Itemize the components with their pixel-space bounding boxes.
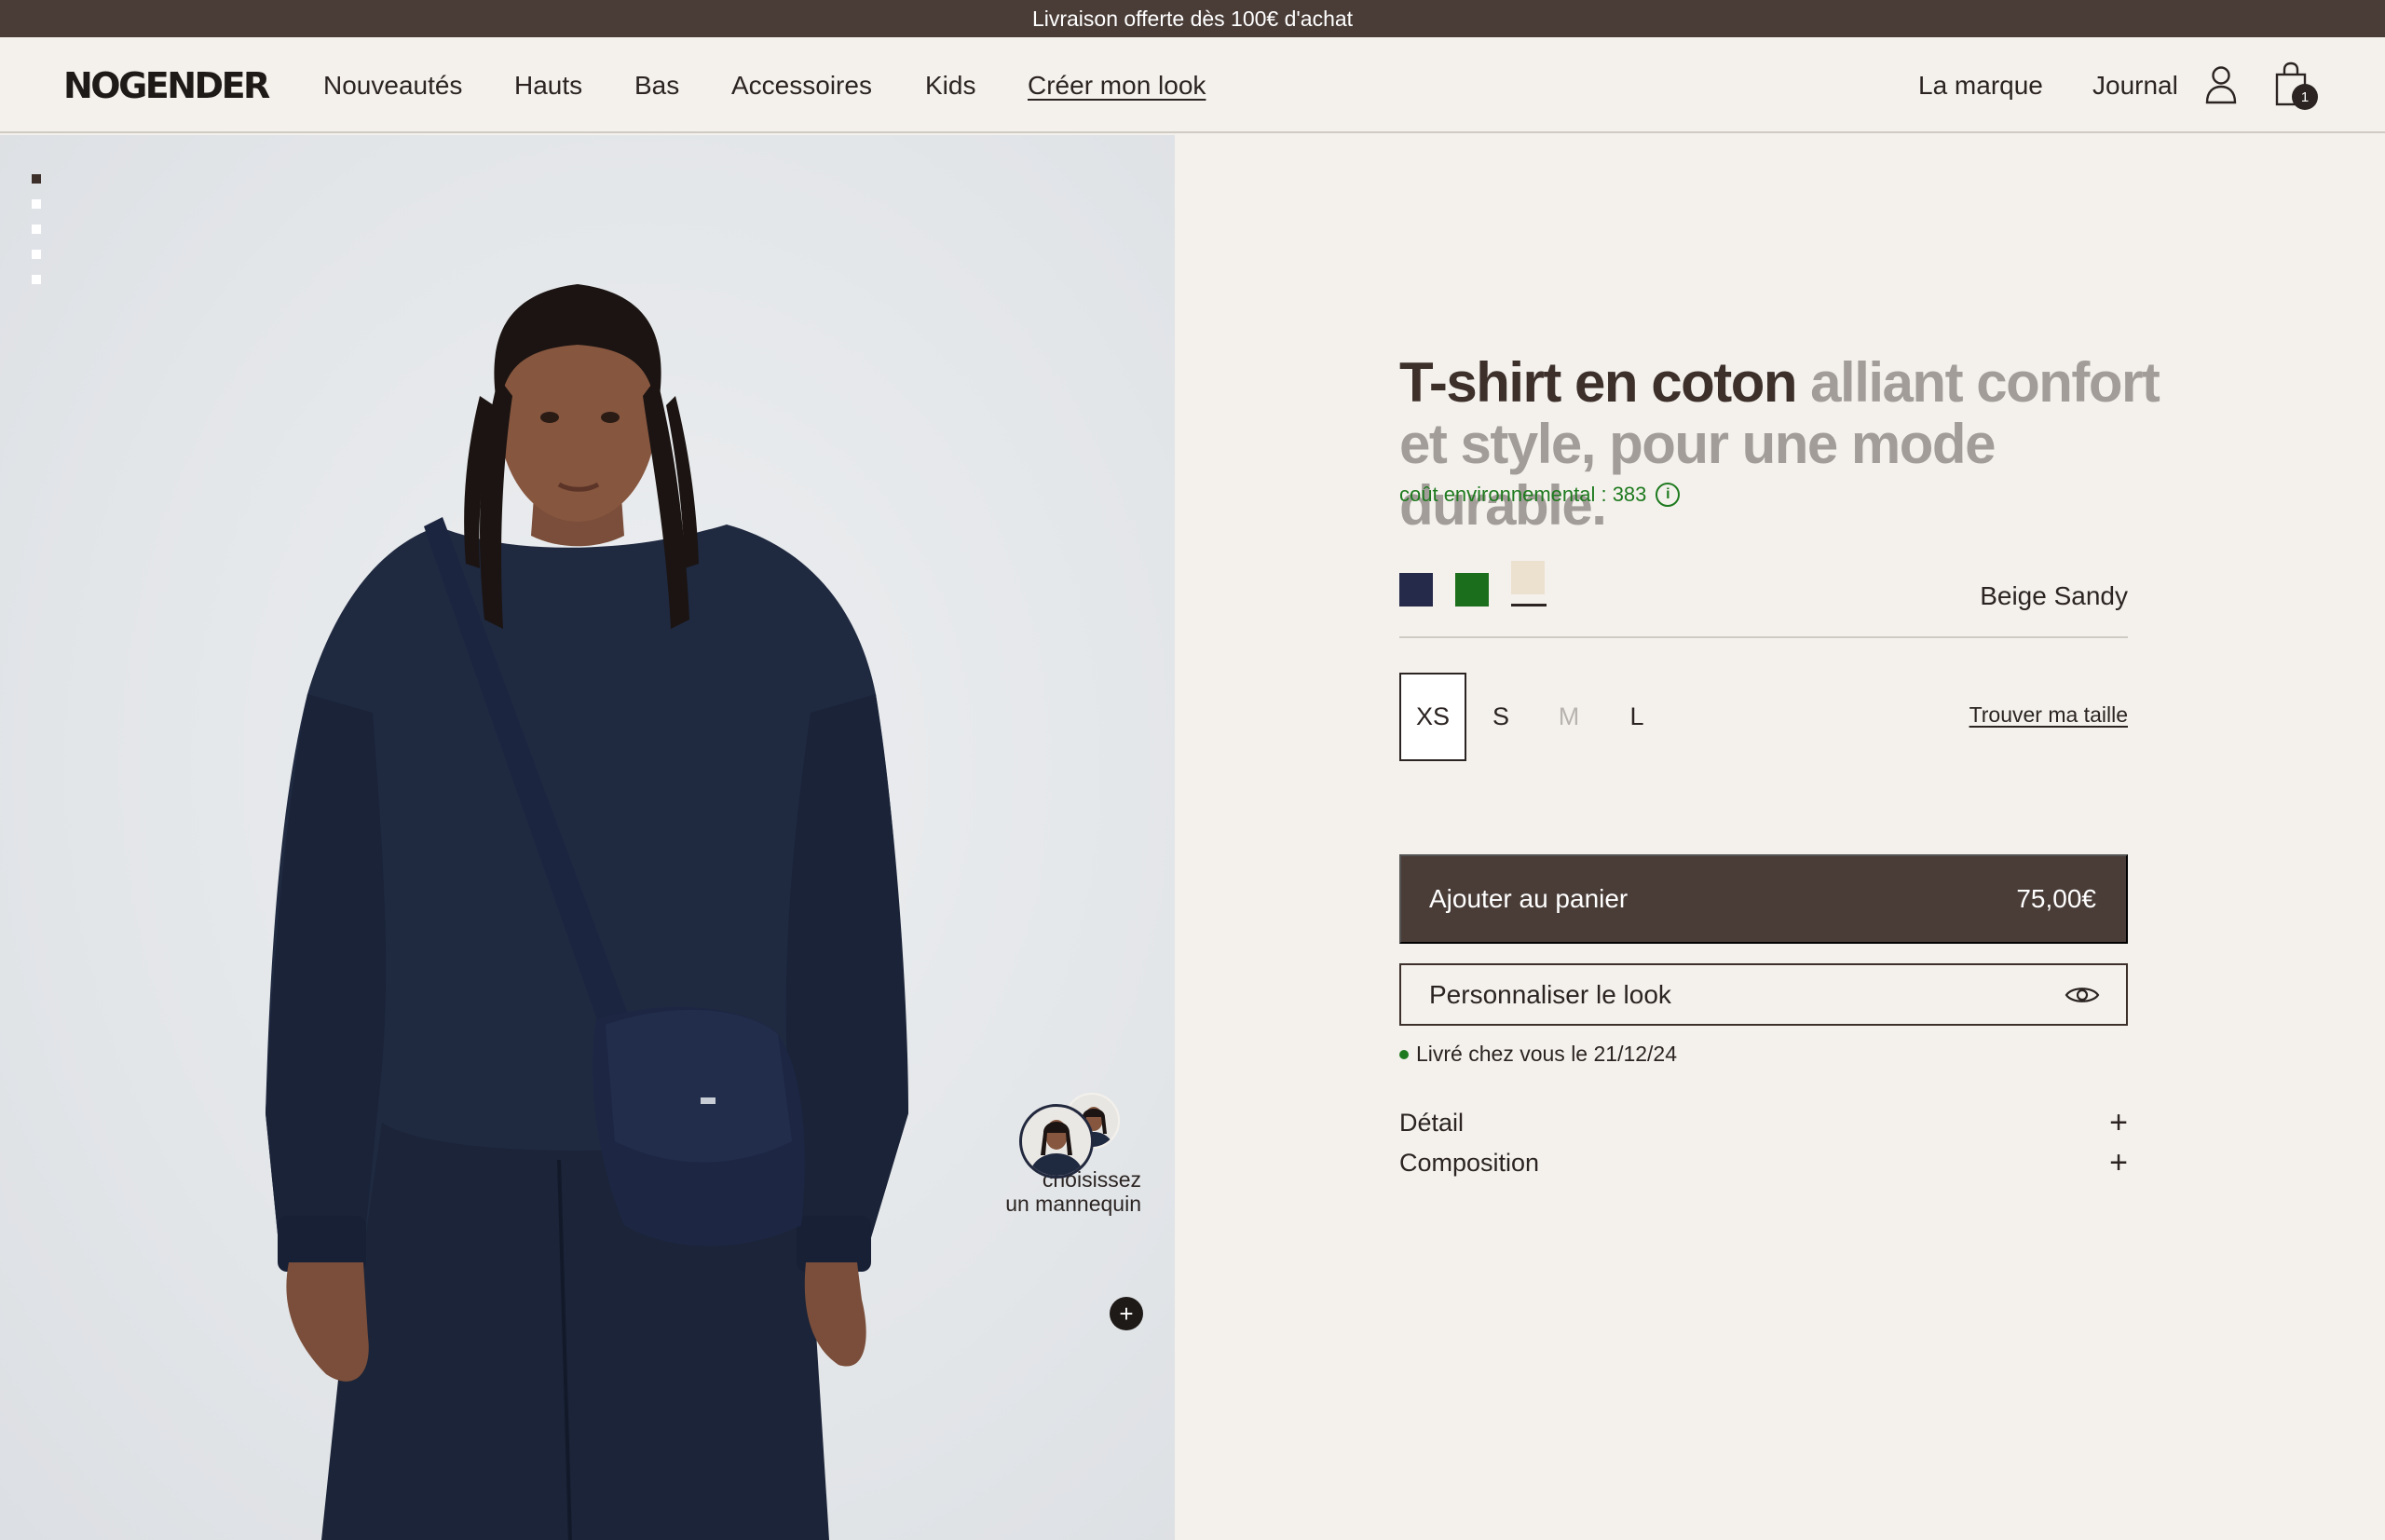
color-swatch-navy[interactable]	[1399, 573, 1433, 606]
accordion-composition-label: Composition	[1399, 1148, 1540, 1177]
main-header: NOGENDER Nouveautés Hauts Bas Accessoire…	[0, 37, 2385, 133]
product-title-strong: T-shirt en coton	[1399, 351, 1798, 414]
gallery-pagination	[32, 174, 41, 284]
personalize-look-button[interactable]: Personnaliser le look	[1399, 963, 2128, 1026]
color-swatch-beige[interactable]	[1511, 561, 1545, 594]
nav-la-marque[interactable]: La marque	[1918, 71, 2043, 101]
availability-dot	[1399, 1049, 1409, 1059]
announcement-text: Livraison offerte dès 100€ d'achat	[1031, 6, 1354, 31]
mannequin-avatar-selected[interactable]	[1019, 1104, 1094, 1179]
brand-logo[interactable]: NOGENDER	[63, 65, 270, 106]
gallery-dot[interactable]	[32, 174, 41, 184]
selected-color-name: Beige Sandy	[1980, 581, 2128, 610]
plus-icon: +	[2109, 1105, 2128, 1140]
eye-icon	[2065, 987, 2100, 1002]
delivery-estimate: Livré chez vous le 21/12/24	[1399, 1042, 1677, 1067]
info-icon[interactable]: i	[1656, 483, 1681, 507]
cart-count-badge: 1	[2292, 84, 2318, 110]
nav-journal[interactable]: Journal	[2092, 71, 2178, 101]
product-model-photo	[266, 284, 908, 1540]
environmental-cost: coût environnemental : 383 i	[1399, 483, 1681, 507]
accordion-composition[interactable]: Composition +	[1399, 1147, 2128, 1179]
size-option-s[interactable]: S	[1467, 673, 1534, 761]
nav-nouveautes[interactable]: Nouveautés	[323, 71, 462, 101]
nav-bas[interactable]: Bas	[634, 71, 679, 101]
divider	[1399, 636, 2128, 638]
add-to-cart-button[interactable]: Ajouter au panier 75,00€	[1399, 854, 2128, 944]
color-swatch-green[interactable]	[1455, 573, 1489, 606]
delivery-date-text: Livré chez vous le 21/12/24	[1416, 1042, 1678, 1066]
gallery-dot[interactable]	[32, 199, 41, 209]
user-account-icon[interactable]	[2204, 65, 2238, 104]
size-option-m[interactable]: M	[1535, 673, 1602, 761]
gallery-dot[interactable]	[32, 225, 41, 234]
gallery-dot[interactable]	[32, 250, 41, 259]
product-title: T-shirt en coton alliant confort et styl…	[1399, 352, 2163, 537]
nav-kids[interactable]: Kids	[925, 71, 975, 101]
product-price: 75,00€	[2016, 884, 2096, 913]
accordion-detail-label: Détail	[1399, 1108, 1465, 1137]
size-option-xs[interactable]: XS	[1399, 673, 1466, 761]
find-my-size-link[interactable]: Trouver ma taille	[1969, 702, 2128, 728]
mannequin-picker-label: choisissez un mannequin	[1005, 1167, 1141, 1216]
size-option-l[interactable]: L	[1603, 673, 1670, 761]
plus-icon: +	[2109, 1145, 2128, 1180]
environmental-cost-label: coût environnemental : 383	[1399, 483, 1647, 506]
personalize-look-label: Personnaliser le look	[1429, 979, 1671, 1009]
mannequin-label-line2: un mannequin	[1005, 1192, 1141, 1216]
accordion-detail[interactable]: Détail +	[1399, 1107, 2128, 1138]
mannequin-portrait-icon	[1029, 1120, 1083, 1176]
nav-creer-mon-look[interactable]: Créer mon look	[1028, 71, 1206, 101]
selected-color-indicator	[1511, 604, 1547, 606]
nav-hauts[interactable]: Hauts	[514, 71, 582, 101]
add-to-cart-label: Ajouter au panier	[1429, 884, 1629, 913]
announcement-bar: Livraison offerte dès 100€ d'achat	[0, 0, 2385, 37]
nav-accessoires[interactable]: Accessoires	[731, 71, 872, 101]
add-mannequin-button[interactable]: +	[1110, 1297, 1143, 1330]
product-gallery[interactable]: choisissez un mannequin	[0, 135, 1175, 1540]
gallery-dot[interactable]	[32, 275, 41, 284]
